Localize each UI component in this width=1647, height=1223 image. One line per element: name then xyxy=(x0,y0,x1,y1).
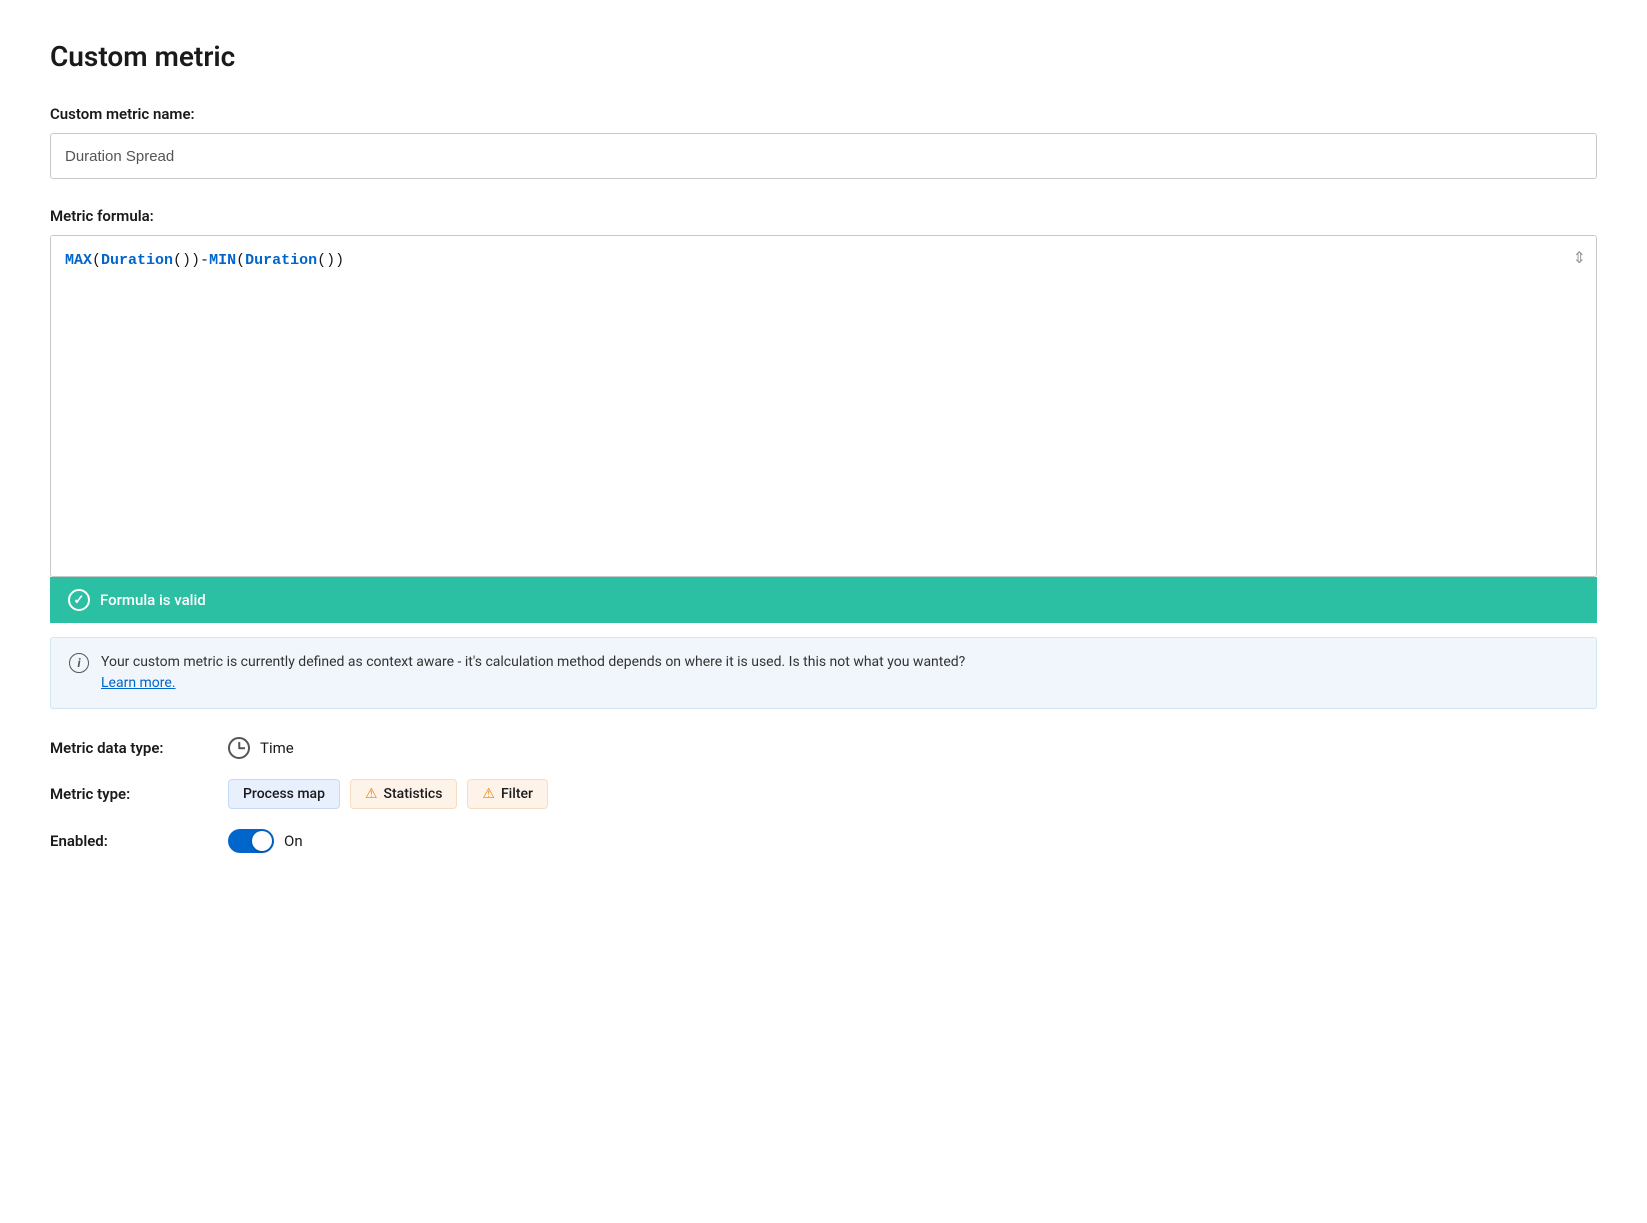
formula-open-paren2: ( xyxy=(236,252,245,269)
enabled-toggle-wrapper: On xyxy=(228,829,303,853)
formula-min-keyword: MIN xyxy=(209,252,236,269)
formula-label: Metric formula: xyxy=(50,207,1597,225)
info-text: Your custom metric is currently defined … xyxy=(101,652,965,694)
formula-section: Metric formula: MAX(Duration())-MIN(Dura… xyxy=(50,207,1597,709)
badge-process-map[interactable]: Process map xyxy=(228,779,340,809)
info-box: Your custom metric is currently defined … xyxy=(50,637,1597,709)
info-icon xyxy=(69,653,89,673)
formula-valid-bar: Formula is valid xyxy=(50,577,1597,623)
metric-data-type-value: Time xyxy=(228,737,294,759)
enabled-state-label: On xyxy=(284,832,303,850)
metric-name-section: Custom metric name: xyxy=(50,105,1597,179)
metric-type-label: Metric type: xyxy=(50,785,210,803)
info-message-text: Your custom metric is currently defined … xyxy=(101,654,965,670)
metric-type-row: Metric type: Process map ⚠ Statistics ⚠ … xyxy=(50,779,1597,809)
formula-close1: ())- xyxy=(173,252,209,269)
badge-filter-text: Filter xyxy=(501,786,533,802)
formula-valid-text: Formula is valid xyxy=(100,591,206,609)
metric-data-type-label: Metric data type: xyxy=(50,739,210,757)
formula-max-keyword: MAX xyxy=(65,252,92,269)
formula-duration2-keyword: Duration xyxy=(245,252,317,269)
formula-content-area[interactable]: MAX(Duration())-MIN(Duration()) xyxy=(51,236,1596,576)
formula-open-paren1: ( xyxy=(92,252,101,269)
formula-resize-handle[interactable]: ⇕ xyxy=(1573,248,1586,267)
enabled-row: Enabled: On xyxy=(50,829,1597,853)
formula-editor: MAX(Duration())-MIN(Duration()) ⇕ xyxy=(50,235,1597,577)
metric-data-type-text: Time xyxy=(260,739,294,757)
badge-filter[interactable]: ⚠ Filter xyxy=(467,779,548,809)
metric-name-label: Custom metric name: xyxy=(50,105,1597,123)
warning-icon-filter: ⚠ xyxy=(482,786,495,802)
formula-valid-icon xyxy=(68,589,90,611)
enabled-label: Enabled: xyxy=(50,832,210,850)
enabled-toggle[interactable] xyxy=(228,829,274,853)
clock-icon xyxy=(228,737,250,759)
warning-icon-statistics: ⚠ xyxy=(365,786,378,802)
badge-process-map-text: Process map xyxy=(243,786,325,802)
page-title: Custom metric xyxy=(50,40,1597,73)
formula-close2: ()) xyxy=(317,252,344,269)
learn-more-link[interactable]: Learn more. xyxy=(101,675,176,691)
metric-data-type-row: Metric data type: Time xyxy=(50,737,1597,759)
toggle-thumb xyxy=(252,831,272,851)
badge-statistics[interactable]: ⚠ Statistics xyxy=(350,779,457,809)
metric-name-input[interactable] xyxy=(50,133,1597,179)
metric-type-badges: Process map ⚠ Statistics ⚠ Filter xyxy=(228,779,548,809)
formula-duration1-keyword: Duration xyxy=(101,252,173,269)
badge-statistics-text: Statistics xyxy=(384,786,443,802)
